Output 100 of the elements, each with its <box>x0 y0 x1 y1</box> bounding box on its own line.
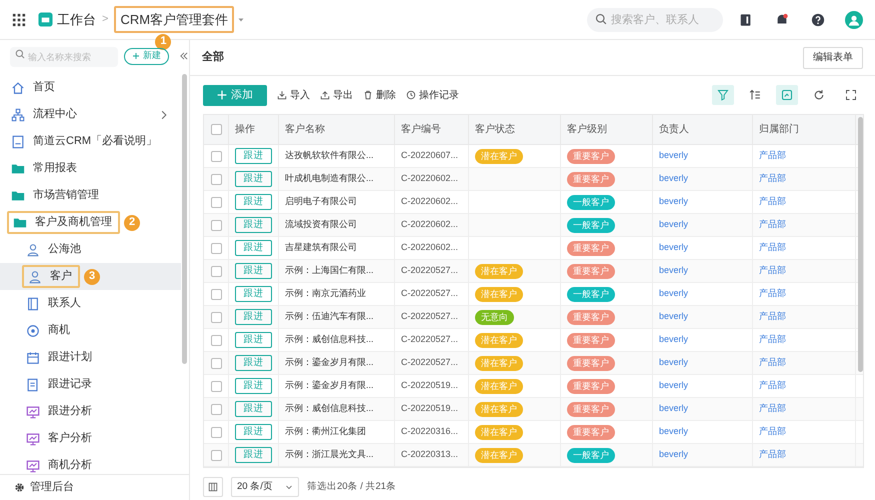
follow-up-button[interactable]: 跟进 <box>235 240 272 256</box>
owner-link[interactable]: beverly <box>659 172 688 186</box>
follow-up-button[interactable]: 跟进 <box>235 401 272 417</box>
sidebar-item[interactable]: 客户及商机管理 <box>7 211 120 234</box>
sidebar-item[interactable]: 商机分析 <box>22 454 96 474</box>
row-checkbox[interactable] <box>210 242 222 254</box>
sidebar-item[interactable]: 商机 <box>22 319 74 342</box>
follow-up-button[interactable]: 跟进 <box>235 148 272 164</box>
department-link[interactable]: 产品部 <box>759 333 786 347</box>
row-checkbox[interactable] <box>210 426 222 438</box>
add-button[interactable]: 添加 <box>203 84 267 106</box>
row-checkbox[interactable] <box>210 404 222 414</box>
global-search-field[interactable]: 搜索客户、联系人 <box>587 8 723 32</box>
column-header[interactable]: 客户级别 <box>567 122 607 137</box>
owner-link[interactable]: beverly <box>659 333 688 347</box>
toolbar-button[interactable]: 操作记录 <box>406 88 459 102</box>
row-checkbox[interactable] <box>210 150 222 162</box>
vertical-scrollbar[interactable] <box>858 117 863 372</box>
owner-link[interactable]: beverly <box>659 149 688 163</box>
row-checkbox[interactable] <box>210 312 222 322</box>
column-header[interactable]: 负责人 <box>659 122 689 137</box>
new-button[interactable]: 新建 <box>124 48 169 64</box>
admin-console-link[interactable]: 管理后台 <box>0 474 189 500</box>
follow-up-button[interactable]: 跟进 <box>235 194 272 210</box>
follow-up-button[interactable]: 跟进 <box>235 332 272 348</box>
column-header[interactable]: 归属部门 <box>759 122 799 137</box>
toolbar-button[interactable]: 导出 <box>320 88 353 102</box>
column-settings-button[interactable] <box>203 477 223 498</box>
row-checkbox[interactable] <box>210 358 222 368</box>
sidebar-item[interactable]: 首页 <box>7 76 59 99</box>
edit-form-button[interactable]: 编辑表单 <box>803 46 863 68</box>
owner-link[interactable]: beverly <box>659 264 688 278</box>
department-link[interactable]: 产品部 <box>759 172 786 186</box>
department-link[interactable]: 产品部 <box>759 149 786 163</box>
department-link[interactable]: 产品部 <box>759 379 786 393</box>
follow-up-button[interactable]: 跟进 <box>235 171 272 187</box>
sidebar-item[interactable]: 简道云CRM「必看说明」 <box>7 130 162 153</box>
app-title[interactable]: CRM客户管理套件 <box>114 6 234 34</box>
department-link[interactable]: 产品部 <box>759 448 786 462</box>
sidebar-item[interactable]: 客户分析 <box>22 427 96 450</box>
owner-link[interactable]: beverly <box>659 310 688 324</box>
department-link[interactable]: 产品部 <box>759 195 786 209</box>
sidebar-item[interactable]: 常用报表 <box>7 157 81 180</box>
select-all-checkbox[interactable] <box>210 124 222 135</box>
sidebar-item[interactable]: 跟进计划 <box>22 346 96 369</box>
workbench-link[interactable]: 工作台 <box>38 10 96 30</box>
row-checkbox[interactable] <box>210 266 222 276</box>
row-checkbox[interactable] <box>210 380 222 392</box>
department-link[interactable]: 产品部 <box>759 218 786 232</box>
follow-up-button[interactable]: 跟进 <box>235 263 272 279</box>
owner-link[interactable]: beverly <box>659 402 688 416</box>
row-checkbox[interactable] <box>210 288 222 300</box>
level-tag: 一般客户 <box>567 448 615 462</box>
follow-up-button[interactable]: 跟进 <box>235 355 272 371</box>
toolbar-button[interactable]: 删除 <box>363 88 396 102</box>
owner-link[interactable]: beverly <box>659 425 688 439</box>
row-checkbox[interactable] <box>210 334 222 346</box>
sidebar-search-field[interactable]: 输入名称来搜索 <box>10 47 118 67</box>
filter-icon <box>717 89 729 101</box>
owner-link[interactable]: beverly <box>659 379 688 393</box>
department-link[interactable]: 产品部 <box>759 310 786 324</box>
owner-link[interactable]: beverly <box>659 195 688 209</box>
department-link[interactable]: 产品部 <box>759 264 786 278</box>
follow-up-button[interactable]: 跟进 <box>235 217 272 233</box>
follow-up-button[interactable]: 跟进 <box>235 424 272 440</box>
filter-button[interactable] <box>712 85 734 105</box>
column-header[interactable]: 客户状态 <box>475 122 515 137</box>
sidebar-item[interactable]: 跟进分析 <box>22 400 96 423</box>
row-checkbox[interactable] <box>210 196 222 208</box>
toolbar-button[interactable]: 导入 <box>277 88 310 102</box>
row-checkbox[interactable] <box>210 174 222 184</box>
sidebar-item[interactable]: 联系人 <box>22 292 85 315</box>
page-size-select[interactable]: 20 条/页 <box>231 477 299 498</box>
sidebar-item[interactable]: 跟进记录 <box>22 373 96 396</box>
sidebar-item[interactable]: 市场营销管理 <box>7 184 103 207</box>
table-cell-text: C-20220607... <box>401 149 458 162</box>
department-link[interactable]: 产品部 <box>759 241 786 255</box>
owner-link[interactable]: beverly <box>659 356 688 370</box>
follow-up-button[interactable]: 跟进 <box>235 309 272 325</box>
sidebar-item[interactable]: 客户 <box>22 265 80 288</box>
row-checkbox[interactable] <box>210 220 222 230</box>
owner-link[interactable]: beverly <box>659 241 688 255</box>
sidebar-item[interactable]: 流程中心 <box>7 103 81 126</box>
department-link[interactable]: 产品部 <box>759 402 786 416</box>
owner-link[interactable]: beverly <box>659 287 688 301</box>
sidebar-item[interactable]: 公海池 <box>22 238 85 261</box>
follow-up-button[interactable]: 跟进 <box>235 447 272 463</box>
department-link[interactable]: 产品部 <box>759 287 786 301</box>
column-header[interactable]: 客户名称 <box>285 122 325 137</box>
owner-link[interactable]: beverly <box>659 218 688 232</box>
owner-link[interactable]: beverly <box>659 448 688 462</box>
row-checkbox[interactable] <box>210 450 222 460</box>
follow-up-button[interactable]: 跟进 <box>235 286 272 302</box>
column-header[interactable]: 操作 <box>235 122 255 137</box>
card-view-button[interactable] <box>776 85 798 105</box>
department-link[interactable]: 产品部 <box>759 425 786 439</box>
follow-up-button[interactable]: 跟进 <box>235 378 272 394</box>
sidebar-scrollbar[interactable] <box>182 74 187 364</box>
department-link[interactable]: 产品部 <box>759 356 786 370</box>
column-header[interactable]: 客户编号 <box>401 122 441 137</box>
